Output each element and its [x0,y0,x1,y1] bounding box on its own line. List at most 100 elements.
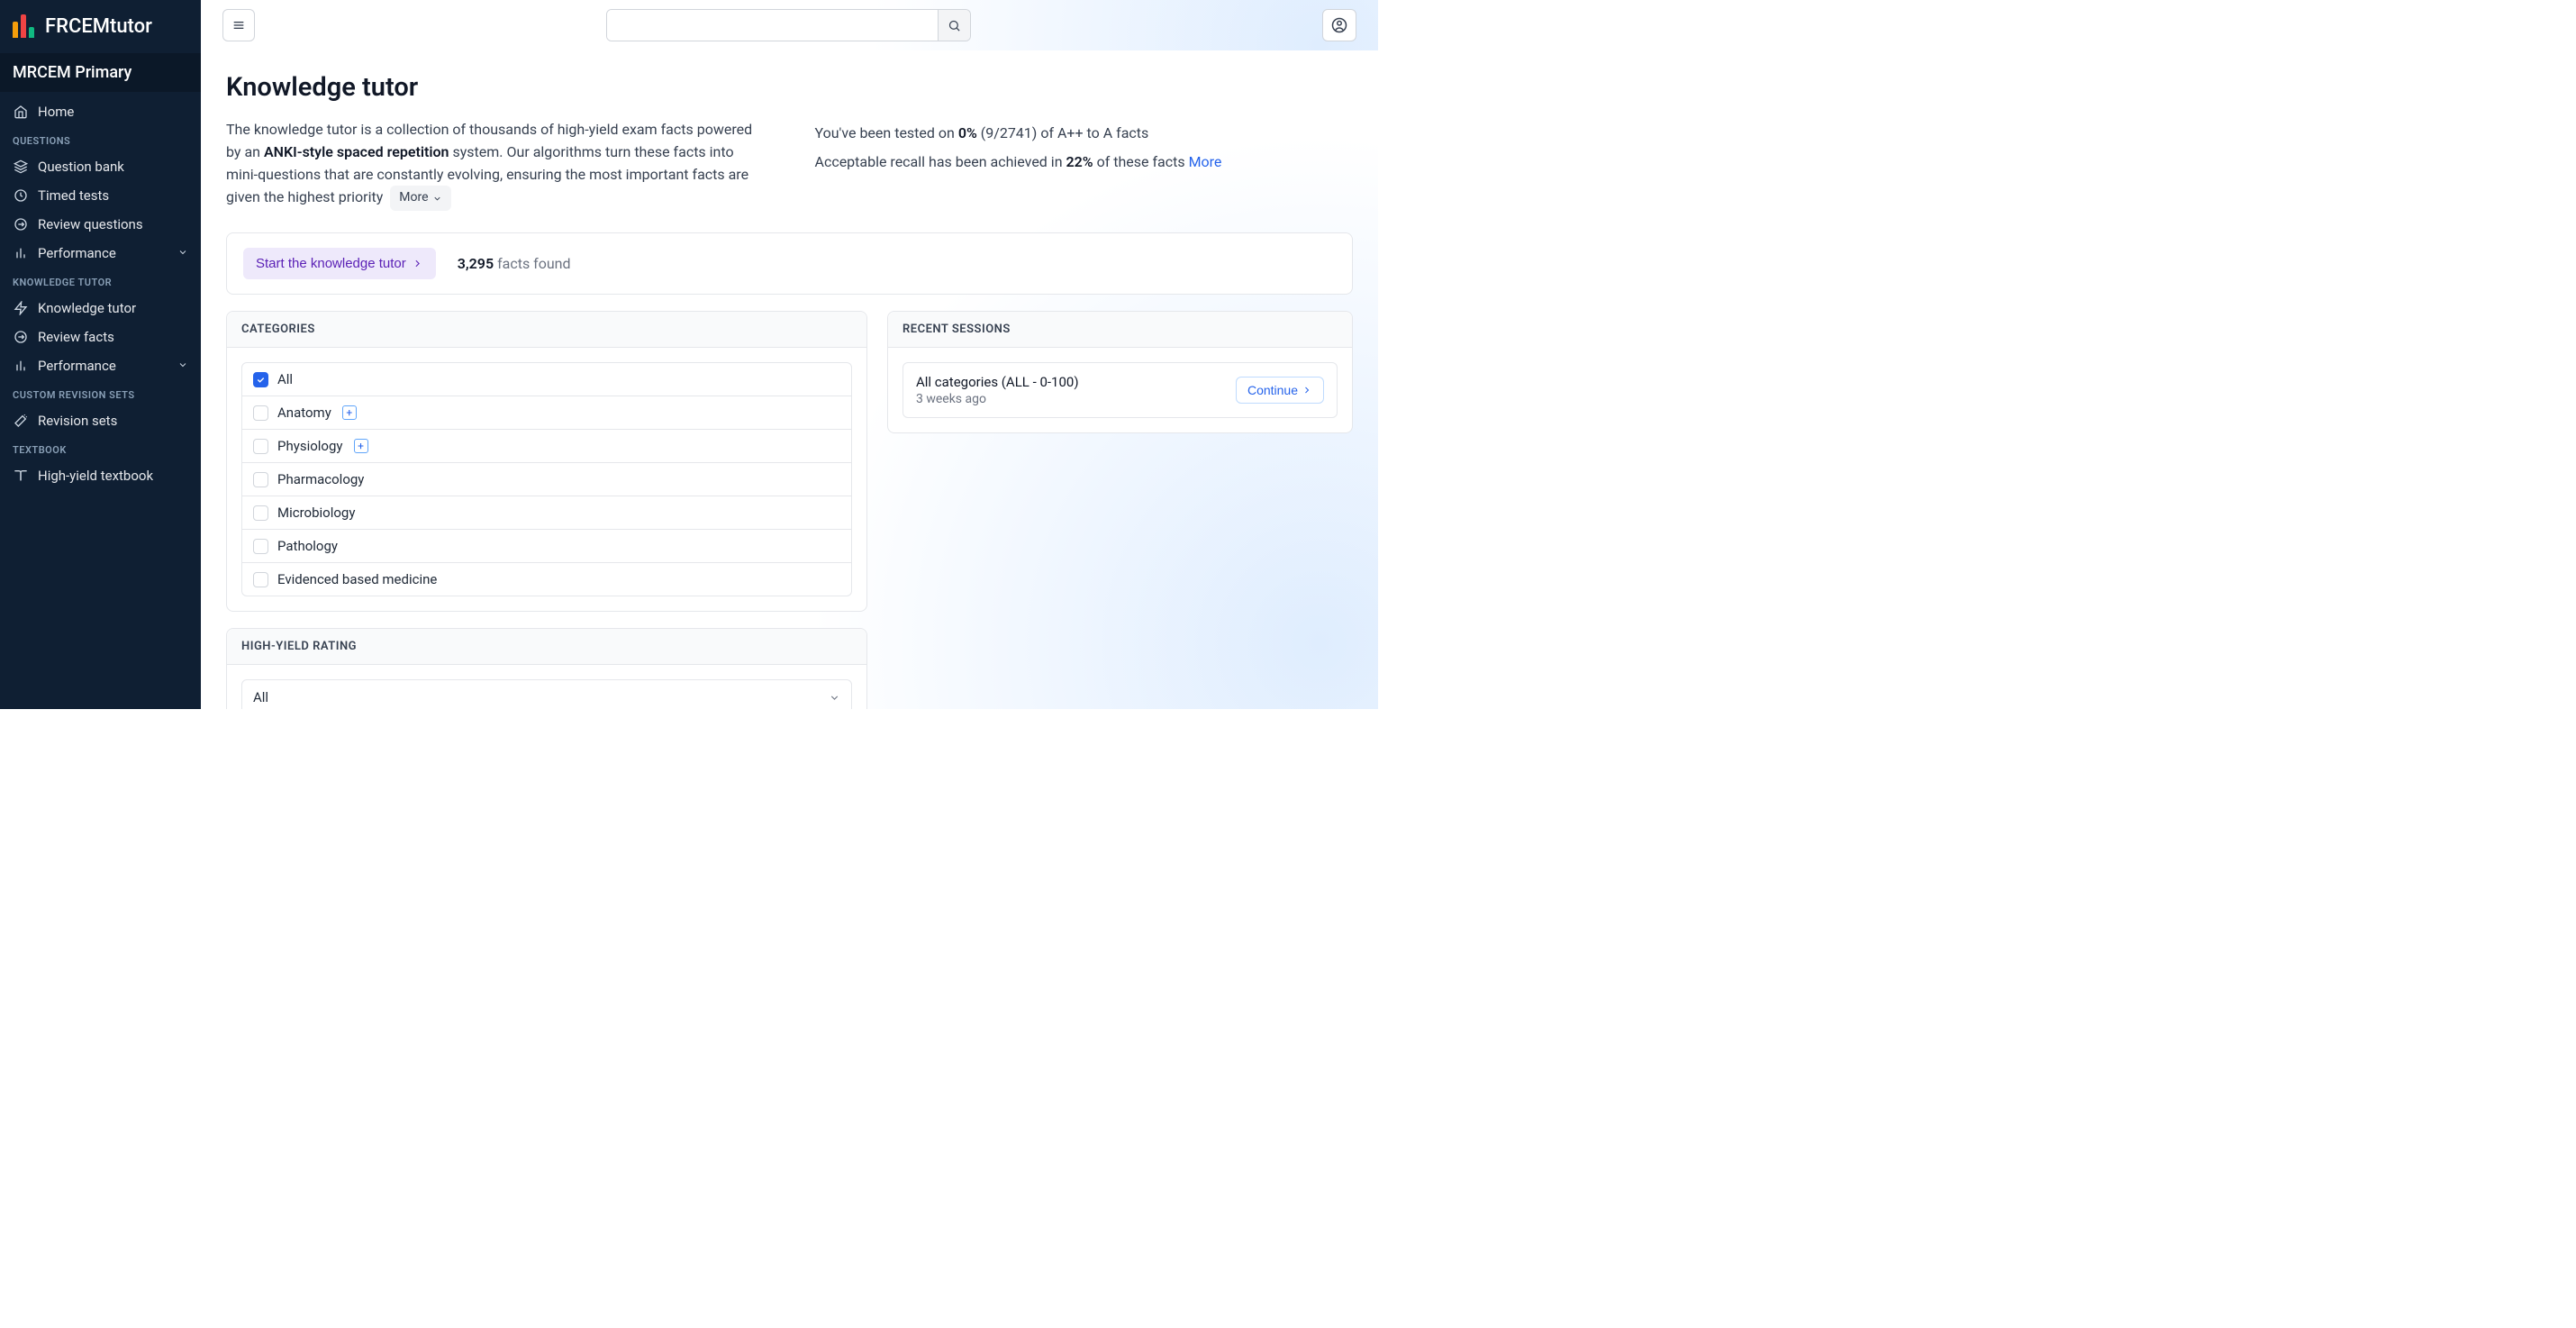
card-title: CATEGORIES [227,312,866,348]
category-checkbox[interactable] [253,505,268,521]
nav-home[interactable]: Home [0,97,201,126]
category-label: All [277,371,293,387]
category-label: Microbiology [277,505,355,521]
intro: The knowledge tutor is a collection of t… [226,119,1353,232]
category-row[interactable]: All [242,363,851,396]
nav-textbook[interactable]: High-yield textbook [0,461,201,490]
categories-card: CATEGORIES All Anatomy + Physiology + Pharmac… [226,311,867,612]
user-menu-button[interactable] [1322,9,1356,41]
continue-button[interactable]: Continue [1236,377,1324,404]
chevron-right-icon [1302,385,1312,396]
category-checkbox[interactable] [253,372,268,387]
nav-performance-1[interactable]: Performance [0,239,201,268]
nav-label: Question bank [38,159,124,175]
nav-section-custom: CUSTOM REVISION SETS [0,380,201,406]
nav-revision-sets[interactable]: Revision sets [0,406,201,435]
stack-icon [13,159,29,175]
expand-button[interactable]: + [342,405,357,420]
high-yield-select[interactable]: All [241,679,852,709]
book-icon [13,468,29,484]
category-row[interactable]: Physiology + [242,429,851,462]
category-checkbox[interactable] [253,472,268,487]
nav-label: Performance [38,245,116,261]
card-title: HIGH-YIELD RATING [227,629,866,665]
nav-label: Review questions [38,216,143,232]
category-checkbox[interactable] [253,439,268,454]
session-row: All categories (ALL - 0-100) 3 weeks ago… [903,362,1338,418]
stats-more-link[interactable]: More [1189,153,1222,170]
clock-icon [13,187,29,204]
category-row[interactable]: Pathology [242,529,851,562]
search-input[interactable] [607,10,938,41]
nav-question-bank[interactable]: Question bank [0,152,201,181]
stat-text: (9/2741) of A++ to A facts [977,124,1148,141]
nav-review-questions[interactable]: Review questions [0,210,201,239]
nav-section-questions: QUESTIONS [0,126,201,152]
category-row[interactable]: Evidenced based medicine [242,562,851,596]
chevron-down-icon [177,358,188,374]
high-yield-card: HIGH-YIELD RATING All [226,628,867,709]
stat-value: 0% [958,124,977,141]
category-checkbox[interactable] [253,539,268,554]
nav-section-textbook: TEXTBOOK [0,435,201,461]
facts-suffix: facts found [494,255,570,272]
chevron-down-icon [829,692,840,704]
more-label: More [399,188,428,208]
sidebar-title: MRCEM Primary [0,53,201,92]
nav-label: Revision sets [38,413,117,429]
nav-performance-2[interactable]: Performance [0,351,201,380]
nav-label: Performance [38,358,116,374]
category-row[interactable]: Microbiology [242,496,851,529]
facts-found: 3,295 facts found [458,255,571,272]
page-title: Knowledge tutor [226,72,1353,103]
topbar [201,0,1378,50]
bolt-icon [13,300,29,316]
category-checkbox[interactable] [253,405,268,421]
menu-toggle-button[interactable] [222,9,255,41]
nav-review-facts[interactable]: Review facts [0,323,201,351]
nav-timed-tests[interactable]: Timed tests [0,181,201,210]
category-label: Anatomy [277,405,331,421]
nav-label: High-yield textbook [38,468,153,484]
facts-count: 3,295 [458,255,494,272]
intro-bold: ANKI-style spaced repetition [264,143,449,160]
brand-name: FRCEMtutor [45,15,152,38]
stat-text: Acceptable recall has been achieved in [815,153,1066,170]
category-row[interactable]: Anatomy + [242,396,851,429]
category-checkbox[interactable] [253,572,268,587]
main: Knowledge tutor The knowledge tutor is a… [201,0,1378,709]
card-title: RECENT SESSIONS [888,312,1352,348]
expand-button[interactable]: + [354,439,368,453]
recent-sessions-card: RECENT SESSIONS All categories (ALL - 0-… [887,311,1353,433]
category-label: Pharmacology [277,471,364,487]
nav-label: Review facts [38,329,114,345]
hamburger-icon [231,18,246,32]
nav-section-knowledge: KNOWLEDGE TUTOR [0,268,201,294]
category-label: Pathology [277,538,338,554]
select-value: All [253,689,268,705]
chevron-right-icon [412,258,423,269]
chart-icon [13,358,29,374]
brand[interactable]: FRCEMtutor [0,0,201,53]
wand-icon [13,413,29,429]
category-label: Evidenced based medicine [277,571,437,587]
review-icon [13,216,29,232]
intro-more-button[interactable]: More [390,186,450,211]
category-list: All Anatomy + Physiology + Pharmacology Microb… [241,362,852,596]
action-card: Start the knowledge tutor 3,295 facts fo… [226,232,1353,295]
sidebar: FRCEMtutor MRCEM Primary Home QUESTIONS … [0,0,201,709]
search-button[interactable] [938,10,970,41]
intro-text: The knowledge tutor is a collection of t… [226,119,765,211]
user-icon [1331,17,1347,33]
logo-icon [13,14,36,38]
category-label: Physiology [277,438,343,454]
review-icon [13,329,29,345]
start-tutor-button[interactable]: Start the knowledge tutor [243,248,436,279]
stat-text: You've been tested on [815,124,958,141]
chevron-down-icon [177,245,188,261]
button-label: Continue [1247,383,1298,397]
search-icon [948,19,961,32]
category-row[interactable]: Pharmacology [242,462,851,496]
home-icon [13,104,29,120]
nav-knowledge-tutor[interactable]: Knowledge tutor [0,294,201,323]
